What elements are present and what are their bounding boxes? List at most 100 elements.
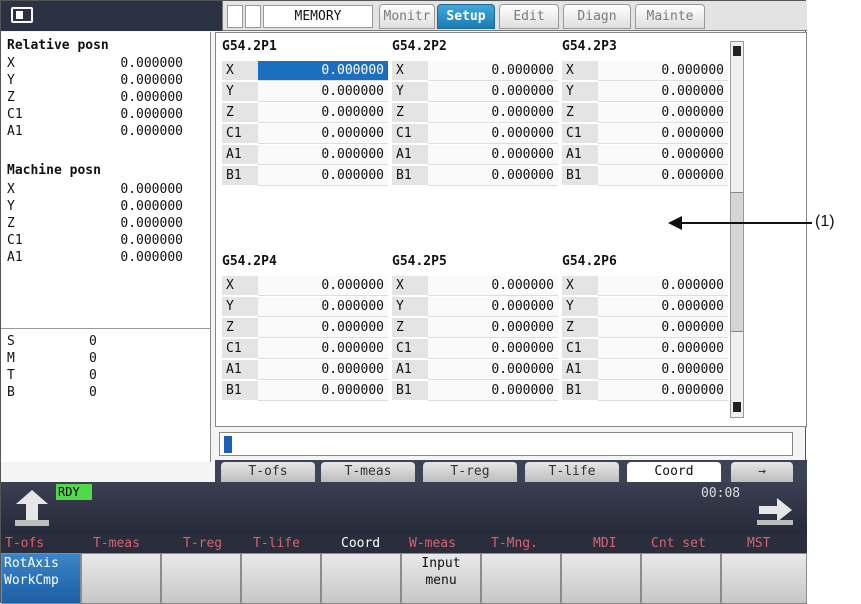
offset-value-cell[interactable]: 0.000000 (428, 276, 558, 296)
offset-value-cell[interactable]: 0.000000 (598, 124, 728, 144)
fkey-4[interactable] (241, 553, 321, 604)
axis-label: X (7, 56, 15, 71)
offset-value-cell[interactable]: 0.000000 (598, 82, 728, 102)
offset-value-cell[interactable]: 0.000000 (428, 339, 558, 359)
offset-value-cell[interactable]: 0.000000 (598, 276, 728, 296)
sub-tab-bar: T-ofs T-meas T-reg T-life Coord → (215, 460, 807, 482)
fkey-7[interactable] (481, 553, 561, 604)
menu-label-row: T-ofs T-meas T-reg T-life Coord W-meas T… (1, 534, 807, 553)
subtab-t-reg[interactable]: T-reg (423, 462, 517, 482)
offset-value-cell[interactable]: 0.000000 (428, 360, 558, 380)
fkey-3[interactable] (161, 553, 241, 604)
subtab-next[interactable]: → (731, 462, 793, 482)
tab-monitor[interactable]: Monitr (379, 4, 435, 29)
offset-value-cell[interactable]: 0.000000 (258, 318, 388, 338)
fkey-5[interactable] (321, 553, 401, 604)
axis-value: 0.000000 (120, 199, 183, 214)
offset-value-cell[interactable]: 0.000000 (258, 166, 388, 186)
offset-value-cell[interactable]: 0.000000 (428, 318, 558, 338)
axis-label: X (7, 182, 15, 197)
offset-axis-label: B1 (222, 166, 258, 186)
axis-label: S (7, 334, 15, 349)
tab-mainte[interactable]: Mainte (635, 4, 705, 29)
position-row: Z 0.000000 (7, 90, 203, 107)
offset-value-cell[interactable]: 0.000000 (428, 297, 558, 317)
offset-value-cell[interactable]: 0.000000 (428, 61, 558, 81)
offset-value-cell[interactable]: 0.000000 (258, 276, 388, 296)
scroll-thumb[interactable] (731, 192, 743, 332)
offset-value-cell[interactable]: 0.000000 (258, 297, 388, 317)
offset-value-cell[interactable]: 0.000000 (258, 360, 388, 380)
offset-value-cell[interactable]: 0.000000 (258, 61, 388, 81)
offset-value-cell[interactable]: 0.000000 (428, 124, 558, 144)
offset-value-cell[interactable]: 0.000000 (428, 166, 558, 186)
offset-value-cell[interactable]: 0.000000 (598, 381, 728, 401)
scroll-down-icon[interactable] (733, 402, 741, 412)
fkey-2[interactable] (81, 553, 161, 604)
axis-value: 0.000000 (120, 250, 183, 265)
offset-value-cell[interactable]: 0.000000 (428, 82, 558, 102)
offset-block-title: G54.2P4 (222, 254, 277, 269)
offset-value-cell[interactable]: 0.000000 (258, 103, 388, 123)
offset-axis-label: Z (562, 103, 598, 123)
offset-value-cell[interactable]: 0.000000 (598, 297, 728, 317)
fkey-8[interactable] (561, 553, 641, 604)
operation-mode: MEMORY (263, 5, 373, 28)
scroll-up-icon[interactable] (733, 46, 741, 56)
offset-axis-label: Y (562, 82, 598, 102)
tab-diagn[interactable]: Diagn (563, 4, 631, 29)
cnc-screen: MEMORY Monitr Setup Edit Diagn Mainte Re… (0, 0, 807, 604)
offset-value-cell[interactable]: 0.000000 (598, 166, 728, 186)
offset-value-cell[interactable]: 0.000000 (428, 145, 558, 165)
offset-value-cell[interactable]: 0.000000 (428, 381, 558, 401)
offset-value-cell[interactable]: 0.000000 (258, 145, 388, 165)
callout-line (680, 222, 812, 224)
input-field[interactable] (219, 432, 793, 456)
status-box-1 (227, 5, 243, 28)
fkey-9[interactable] (641, 553, 721, 604)
offset-value-cell[interactable]: 0.000000 (258, 124, 388, 144)
menu-label-t-meas: T-meas (93, 536, 140, 551)
offset-value-cell[interactable]: 0.000000 (258, 82, 388, 102)
offset-axis-label: C1 (562, 124, 598, 144)
offset-axis-label: A1 (562, 360, 598, 380)
offset-axis-label: X (562, 276, 598, 296)
menu-return-icon[interactable] (15, 490, 49, 528)
axis-label: M (7, 351, 15, 366)
fkey-input-menu[interactable]: Input menu (401, 553, 481, 604)
offset-value-cell[interactable]: 0.000000 (598, 360, 728, 380)
subtab-t-meas[interactable]: T-meas (321, 462, 415, 482)
offset-axis-label: Z (222, 103, 258, 123)
subtab-coord[interactable]: Coord (627, 462, 721, 482)
menu-label-mdi: MDI (593, 536, 617, 551)
offset-axis-label: Y (562, 297, 598, 317)
fkey-10[interactable] (721, 553, 807, 604)
tab-setup[interactable]: Setup (437, 4, 495, 29)
subtab-t-ofs[interactable]: T-ofs (221, 462, 315, 482)
offset-value-cell[interactable]: 0.000000 (258, 339, 388, 359)
vertical-scrollbar[interactable] (730, 41, 744, 418)
offset-value-cell[interactable]: 0.000000 (598, 61, 728, 81)
offset-axis-label: A1 (392, 360, 428, 380)
tab-edit[interactable]: Edit (499, 4, 559, 29)
offset-value-cell[interactable]: 0.000000 (598, 145, 728, 165)
window-icon (11, 7, 33, 23)
function-key-row: RotAxis WorkCmp Input menu (1, 553, 807, 604)
menu-label-coord: Coord (341, 536, 381, 551)
offset-axis-label: X (392, 61, 428, 81)
ready-indicator: RDY (56, 484, 92, 500)
offset-value-cell[interactable]: 0.000000 (598, 318, 728, 338)
subtab-t-life[interactable]: T-life (525, 462, 619, 482)
offset-value-cell[interactable]: 0.000000 (598, 339, 728, 359)
menu-label-t-life: T-life (253, 536, 300, 551)
offset-axis-label: B1 (562, 166, 598, 186)
offset-value-cell[interactable]: 0.000000 (258, 381, 388, 401)
offset-value-cell[interactable]: 0.000000 (598, 103, 728, 123)
axis-value: 0 (89, 385, 97, 400)
offset-axis-label: A1 (222, 145, 258, 165)
position-row: C1 0.000000 (7, 107, 203, 124)
offset-value-cell[interactable]: 0.000000 (428, 103, 558, 123)
offset-axis-label: X (222, 61, 258, 81)
menu-next-icon[interactable] (757, 496, 793, 526)
fkey-rotaxis-workcmp[interactable]: RotAxis WorkCmp (1, 553, 81, 604)
